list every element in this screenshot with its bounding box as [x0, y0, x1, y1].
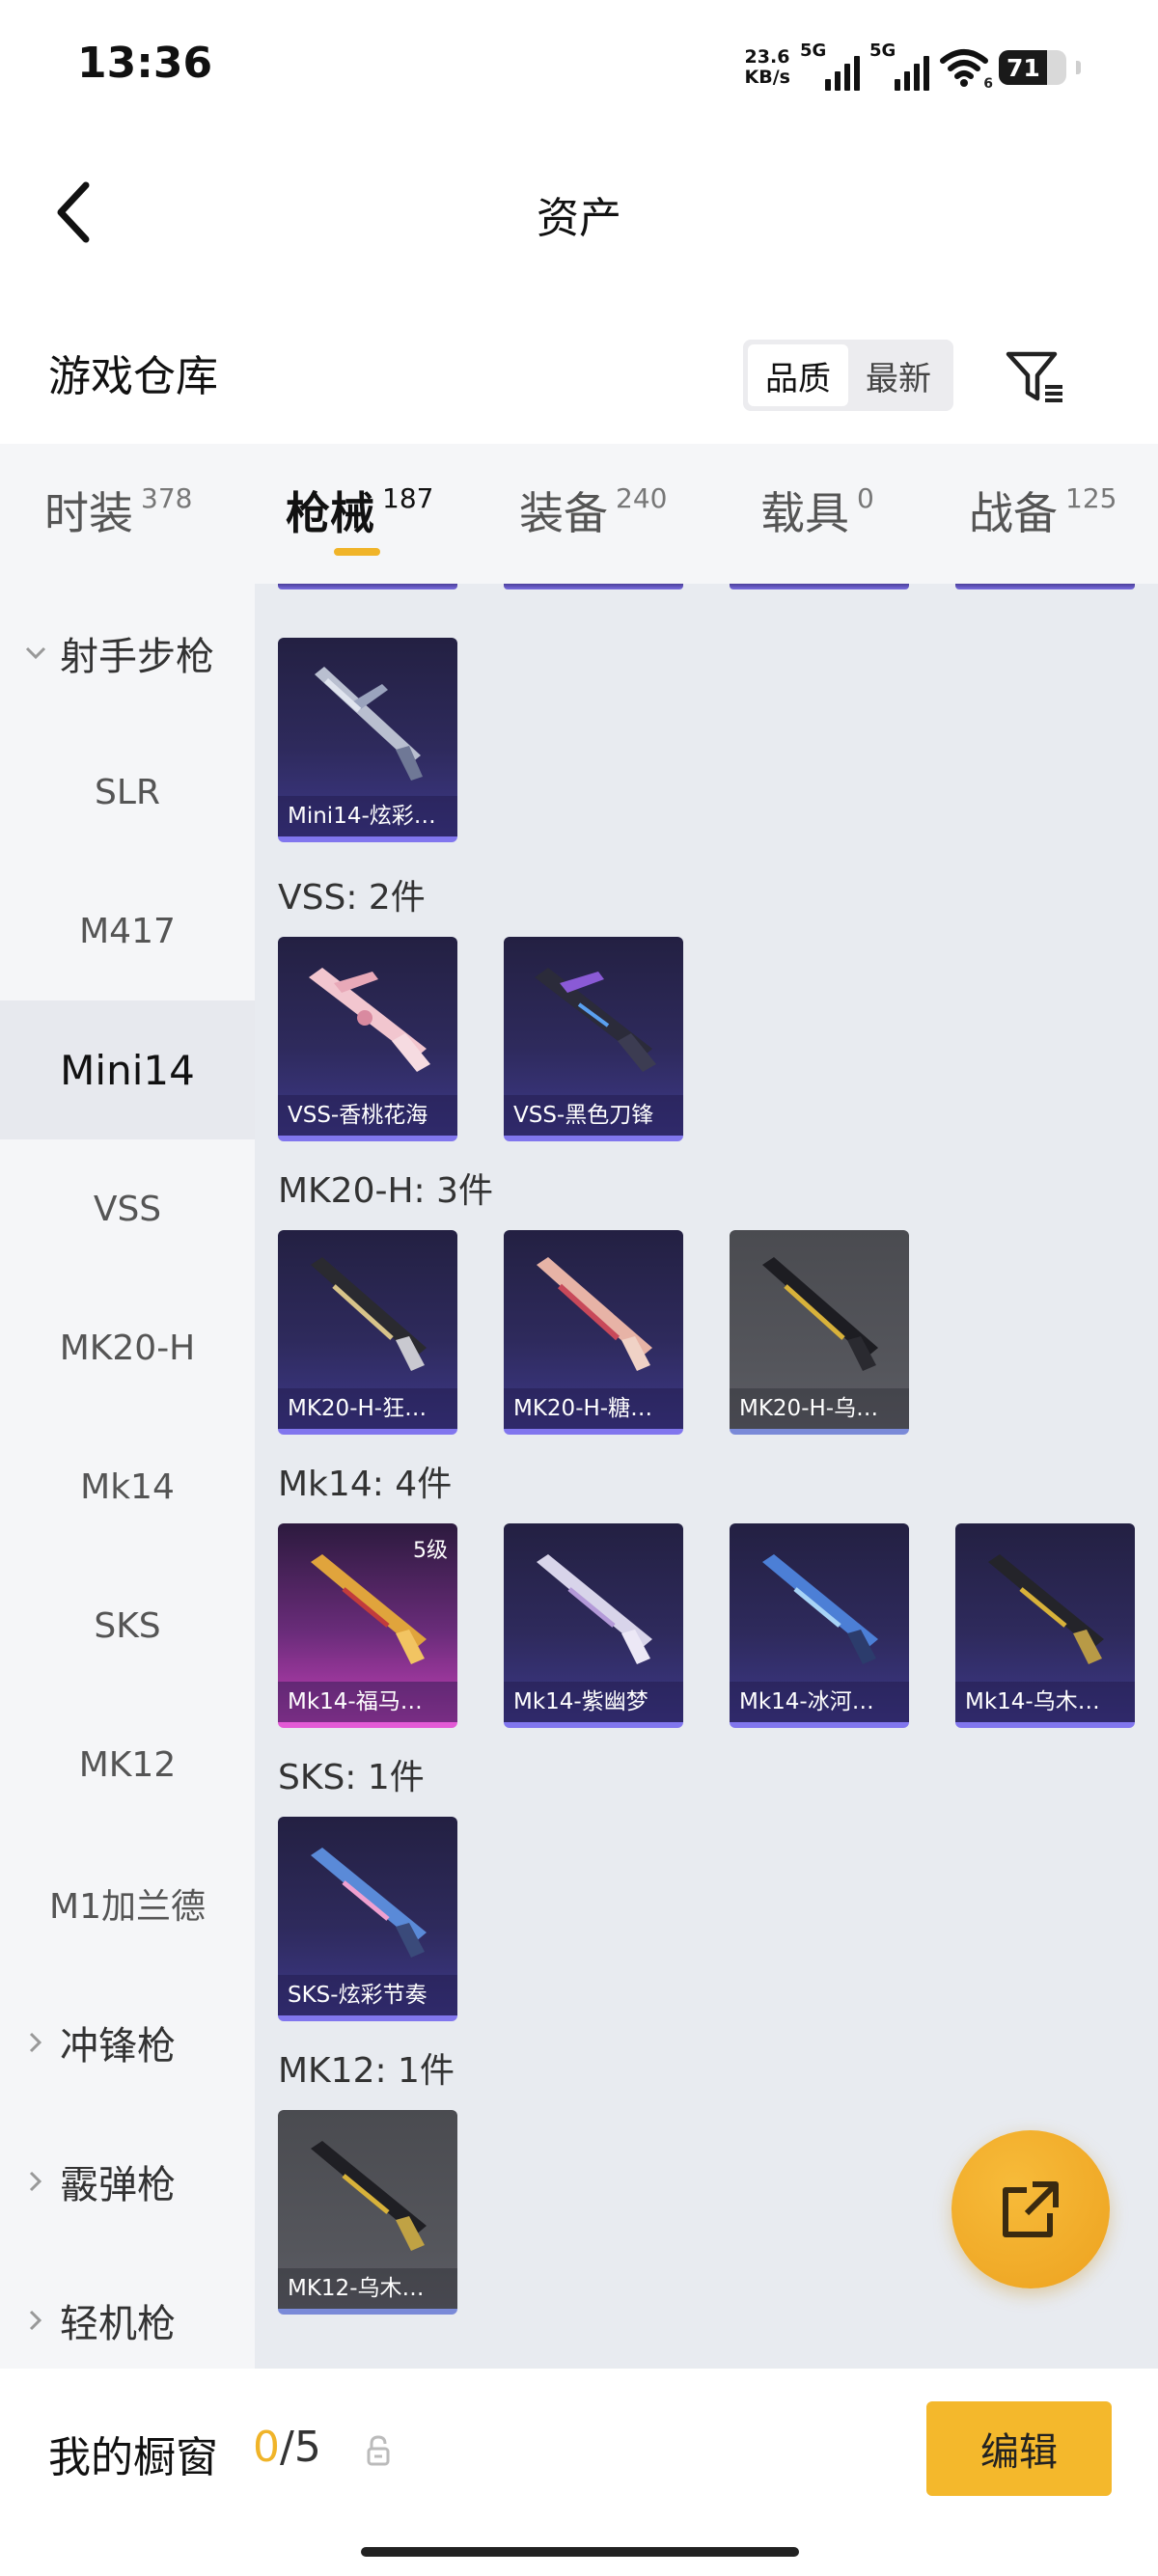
skin-name: Mk14-冰河… — [730, 1682, 909, 1722]
skin-card[interactable]: Mk14-冰河… — [730, 1523, 909, 1728]
signal-sim2-icon: 5G — [869, 41, 929, 91]
sidebar-item-sks[interactable]: SKS — [0, 1556, 255, 1695]
skin-card[interactable]: MK12-乌木… — [278, 2110, 457, 2315]
chevron-right-icon — [21, 2028, 50, 2057]
showcase-bar: 我的橱窗 0/5 编辑 — [0, 2369, 1158, 2576]
tab-weapons[interactable]: 枪械 187 — [286, 479, 433, 556]
rifle-icon — [311, 1554, 427, 1664]
edit-button[interactable]: 编辑 — [926, 2401, 1112, 2496]
network-speed: 23.6 KB/s — [744, 46, 790, 88]
sort-toggle: 品质 最新 — [743, 340, 953, 411]
group-title-mk14: Mk14: 4件 — [278, 1465, 453, 1504]
sidebar-item-slr[interactable]: SLR — [0, 723, 255, 862]
skin-card[interactable]: VSS-黑色刀锋 — [504, 937, 683, 1141]
skin-name: SKS-炫彩节奏 — [278, 1975, 457, 2015]
sidebar-item-mini14[interactable]: Mini14 — [0, 1000, 255, 1139]
skin-name: Mini14-炫彩… — [278, 796, 457, 836]
sidebar-item-vss[interactable]: VSS — [0, 1139, 255, 1278]
sidebar-item-mk20h[interactable]: MK20-H — [0, 1278, 255, 1417]
skin-name: Mk14-福马… — [278, 1682, 457, 1722]
skin-card[interactable]: Mk14-紫幽梦 — [504, 1523, 683, 1728]
sidebar-group-marksman-rifles[interactable]: 射手步枪 — [0, 584, 255, 723]
active-tab-indicator — [334, 548, 380, 556]
rifle-icon — [762, 1257, 878, 1371]
group-title-sks: SKS: 1件 — [278, 1758, 425, 1797]
home-indicator[interactable] — [361, 2547, 799, 2557]
chevron-down-icon — [21, 639, 50, 668]
lock-icon — [367, 2435, 390, 2466]
rifle-icon — [762, 1554, 878, 1664]
section-title: 游戏仓库 — [48, 352, 218, 401]
filter-icon — [1006, 351, 1062, 402]
skin-card[interactable]: Mini14-炫彩… — [278, 638, 457, 842]
sidebar-group-smg[interactable]: 冲锋枪 — [0, 1973, 255, 2112]
chevron-right-icon — [21, 2167, 50, 2196]
skin-card[interactable]: 5级 Mk14-福马… — [278, 1523, 457, 1728]
sidebar-item-mk14[interactable]: Mk14 — [0, 1417, 255, 1556]
signal-sim1-icon: 5G — [800, 41, 860, 91]
skin-card[interactable]: VSS-香桃花海 — [278, 937, 457, 1141]
card-edge — [730, 584, 909, 589]
group-title-mk20h: MK20-H: 3件 — [278, 1171, 494, 1211]
rifle-icon — [311, 1848, 427, 1958]
skin-name: VSS-黑色刀锋 — [504, 1095, 683, 1136]
skin-name: Mk14-紫幽梦 — [504, 1682, 683, 1722]
nav-bar: 资产 — [0, 154, 1158, 270]
skin-name: VSS-香桃花海 — [278, 1095, 457, 1136]
rifle-icon — [537, 1554, 652, 1664]
sidebar-item-mk12[interactable]: MK12 — [0, 1695, 255, 1834]
chevron-right-icon — [21, 2306, 50, 2335]
warehouse-header: 游戏仓库 品质 最新 — [0, 318, 1158, 434]
skin-name: MK20-H-乌… — [730, 1388, 909, 1429]
sort-newest-button[interactable]: 最新 — [848, 344, 949, 406]
skin-name: MK20-H-糖… — [504, 1388, 683, 1429]
tab-fashion[interactable]: 时装 378 — [44, 479, 192, 556]
sidebar-item-m417[interactable]: M417 — [0, 862, 255, 1000]
skin-name: MK12-乌木… — [278, 2268, 457, 2309]
wifi-icon: 6 — [939, 47, 993, 92]
skin-card[interactable]: MK20-H-狂… — [278, 1230, 457, 1435]
skin-card[interactable]: SKS-炫彩节奏 — [278, 1817, 457, 2021]
rifle-icon — [311, 1257, 427, 1371]
rifle-icon — [537, 1257, 652, 1371]
sidebar-item-m1-garand[interactable]: M1加兰德 — [0, 1834, 255, 1973]
sort-quality-button[interactable]: 品质 — [748, 344, 848, 406]
skin-card[interactable]: MK20-H-糖… — [504, 1230, 683, 1435]
card-edge — [504, 584, 683, 589]
share-icon — [1003, 2181, 1059, 2237]
status-icons: 23.6 KB/s 5G 5G 6 71 — [744, 41, 1081, 93]
rifle-icon — [535, 968, 656, 1072]
tab-vehicles[interactable]: 载具 0 — [760, 479, 874, 556]
rifle-icon — [311, 2141, 427, 2251]
status-bar: 13:36 23.6 KB/s 5G 5G 6 71 — [0, 0, 1158, 135]
card-edge — [278, 584, 457, 589]
rifle-icon — [309, 968, 430, 1072]
status-time: 13:36 — [77, 39, 213, 88]
card-edge — [955, 584, 1135, 589]
weapon-type-sidebar: 射手步枪 SLR M417 Mini14 VSS MK20-H Mk14 SKS… — [0, 584, 255, 2369]
showcase-count: 0/5 — [253, 2423, 321, 2472]
rifle-icon — [315, 667, 423, 781]
skin-card[interactable]: MK20-H-乌… — [730, 1230, 909, 1435]
tab-supplies[interactable]: 战备 125 — [969, 479, 1117, 556]
filter-button[interactable] — [1000, 342, 1071, 413]
skin-card[interactable]: Mk14-乌木… — [955, 1523, 1135, 1728]
group-title-mk12: MK12: 1件 — [278, 2051, 455, 2091]
battery-icon: 71 — [999, 50, 1066, 85]
rifle-icon — [988, 1554, 1104, 1664]
skin-name: Mk14-乌木… — [955, 1682, 1135, 1722]
sidebar-group-shotgun[interactable]: 霰弹枪 — [0, 2112, 255, 2251]
group-title-vss: VSS: 2件 — [278, 878, 426, 918]
showcase-label: 我的橱窗 — [48, 2433, 218, 2482]
tab-equipment[interactable]: 装备 240 — [519, 479, 667, 556]
skin-name: MK20-H-狂… — [278, 1388, 457, 1429]
category-tabs: 时装 378 枪械 187 装备 240 载具 0 战备 125 — [0, 444, 1158, 584]
page-title: 资产 — [537, 194, 621, 243]
skin-grid: Mini14-炫彩… VSS: 2件 VSS-香桃花海 VSS-黑色刀锋 MK2… — [255, 584, 1158, 2369]
share-button[interactable] — [951, 2130, 1110, 2288]
